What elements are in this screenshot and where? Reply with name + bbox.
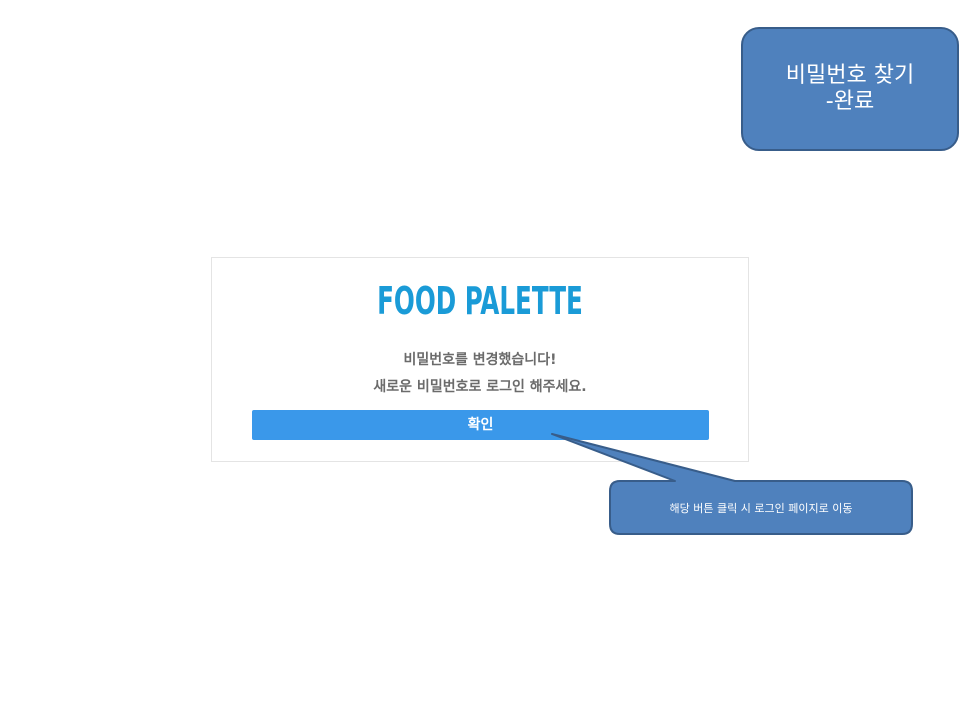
login-again-message: 새로운 비밀번호로 로그인 해주세요. xyxy=(373,379,587,395)
password-changed-message: 비밀번호를 변경했습니다! xyxy=(403,352,557,368)
slide-title-box: 비밀번호 찾기 -완료 xyxy=(741,27,959,151)
annotation-text: 해당 버튼 클릭 시 로그인 페이지로 이동 xyxy=(669,502,853,515)
slide-title-line2: -완료 xyxy=(825,89,875,114)
slide-title-line1: 비밀번호 찾기 xyxy=(785,63,915,88)
slide-canvas: 비밀번호 찾기 -완료 FOOD PALETTE 비밀번호를 변경했습니다! 새… xyxy=(0,0,960,720)
confirm-button[interactable]: 확인 xyxy=(252,410,709,440)
password-complete-card: FOOD PALETTE 비밀번호를 변경했습니다! 새로운 비밀번호로 로그인… xyxy=(211,257,749,462)
food-palette-logo: FOOD PALETTE xyxy=(377,279,583,323)
